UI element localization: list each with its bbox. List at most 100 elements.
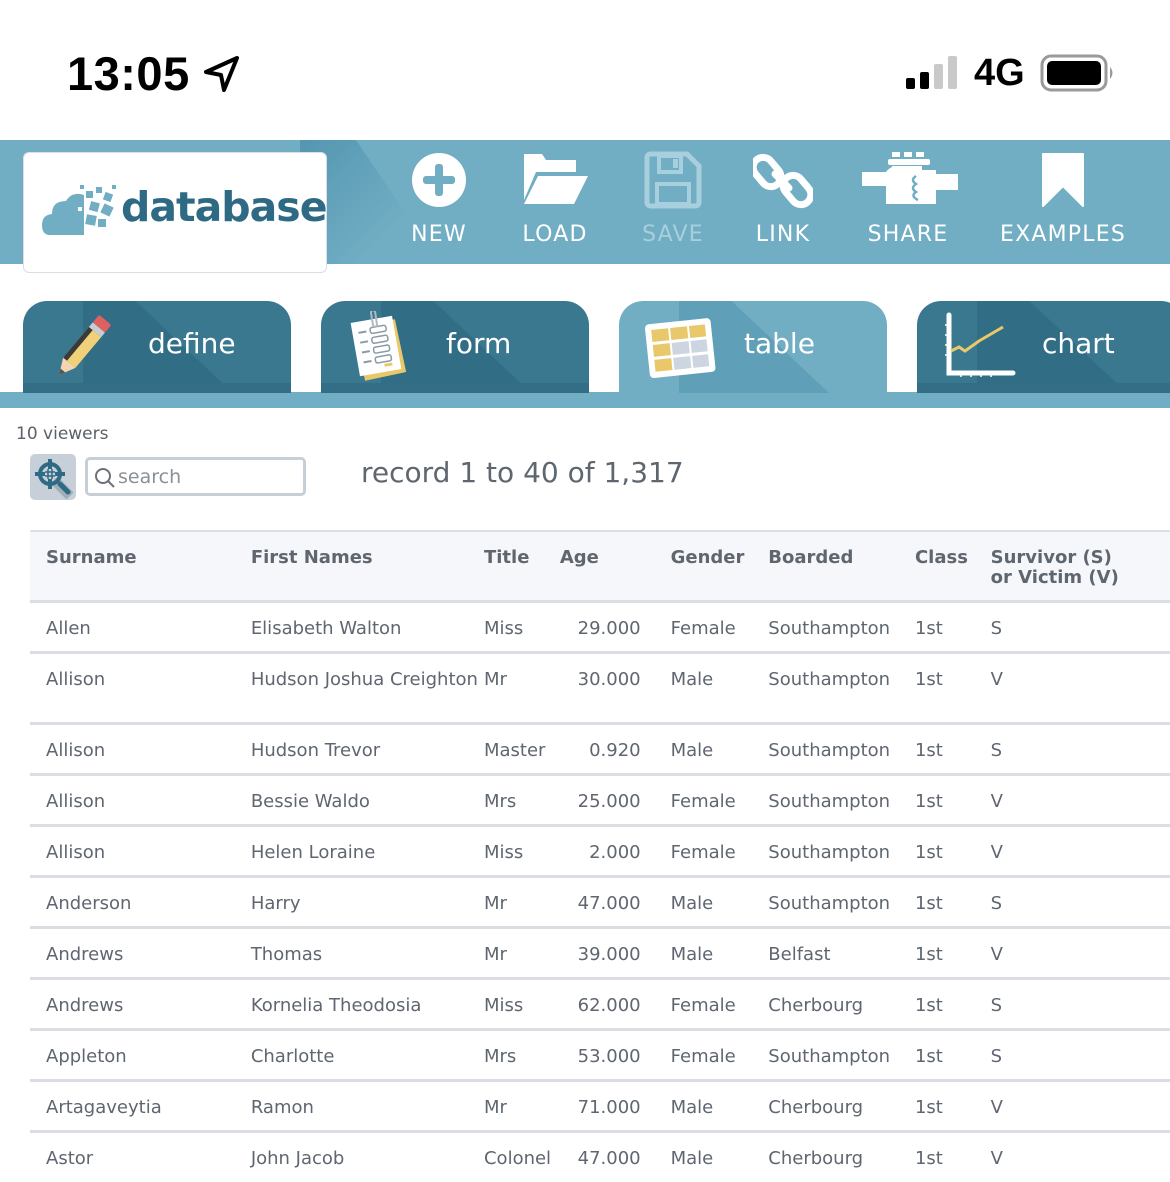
examples-button[interactable]: EXAMPLES: [998, 150, 1128, 260]
table-row[interactable]: Allison Hudson Joshua Creighton Mr 30.000 Ma…: [30, 650, 1170, 723]
cell-gender[interactable]: Male: [670, 721, 769, 774]
cell-survivor[interactable]: V: [990, 823, 1170, 876]
cell-class[interactable]: 1st: [914, 650, 991, 723]
cell-first-names[interactable]: Harry: [250, 874, 484, 927]
column-header-gender[interactable]: Gender: [671, 531, 769, 601]
cell-surname[interactable]: Astor: [30, 1129, 251, 1182]
cell-age[interactable]: 29.000: [559, 599, 671, 652]
cell-survivor[interactable]: S: [990, 599, 1170, 652]
cell-surname[interactable]: Artagaveytia: [30, 1078, 251, 1131]
column-header-class[interactable]: Class: [915, 531, 991, 601]
table-row[interactable]: Appleton Charlotte Mrs 53.000 Female Southamp…: [30, 1027, 1170, 1080]
app-logo[interactable]: database: [23, 152, 328, 273]
cell-boarded[interactable]: Cherbourg: [768, 976, 915, 1029]
cell-first-names[interactable]: Helen Loraine: [250, 823, 484, 876]
cell-class[interactable]: 1st: [914, 874, 991, 927]
cell-surname[interactable]: Andrews: [30, 976, 251, 1029]
cell-gender[interactable]: Female: [670, 599, 769, 652]
cell-title[interactable]: Miss: [483, 599, 560, 652]
cell-class[interactable]: 1st: [914, 772, 991, 825]
cell-surname[interactable]: Appleton: [30, 1027, 251, 1080]
cell-title[interactable]: Mr: [483, 650, 560, 723]
cell-title[interactable]: Master: [483, 721, 560, 774]
cell-gender[interactable]: Female: [670, 976, 769, 1029]
cell-survivor[interactable]: V: [990, 1078, 1170, 1131]
cell-gender[interactable]: Female: [670, 772, 769, 825]
cell-survivor[interactable]: V: [990, 1129, 1170, 1182]
cell-age[interactable]: 2.000: [559, 823, 671, 876]
cell-age[interactable]: 71.000: [559, 1078, 671, 1131]
new-button[interactable]: NEW: [400, 150, 478, 260]
cell-first-names[interactable]: Elisabeth Walton: [250, 599, 484, 652]
cell-survivor[interactable]: S: [990, 721, 1170, 774]
cell-age[interactable]: 0.920: [559, 721, 671, 774]
tab-form[interactable]: form: [321, 301, 589, 393]
search-field[interactable]: [85, 457, 306, 496]
cell-gender[interactable]: Male: [670, 1129, 769, 1182]
cell-surname[interactable]: Allison: [30, 823, 251, 876]
column-header-first-names[interactable]: First Names: [251, 531, 484, 601]
cell-title[interactable]: Miss: [483, 823, 560, 876]
save-button[interactable]: SAVE: [632, 150, 714, 260]
cell-surname[interactable]: Allison: [30, 721, 251, 774]
cell-gender[interactable]: Female: [670, 823, 769, 876]
tab-chart[interactable]: chart: [917, 301, 1170, 393]
cell-title[interactable]: Miss: [483, 976, 560, 1029]
cell-class[interactable]: 1st: [914, 925, 991, 978]
table-row[interactable]: Allison Helen Loraine Miss 2.000 Female South…: [30, 823, 1170, 876]
cell-survivor[interactable]: S: [990, 976, 1170, 1029]
cell-first-names[interactable]: John Jacob: [250, 1129, 484, 1182]
cell-boarded[interactable]: Southampton: [768, 772, 915, 825]
cell-boarded[interactable]: Southampton: [768, 823, 915, 876]
column-header-survivor[interactable]: Survivor (S) or Victim (V): [991, 531, 1170, 601]
link-button[interactable]: LINK: [748, 150, 818, 260]
cell-boarded[interactable]: Southampton: [768, 599, 915, 652]
cell-survivor[interactable]: V: [990, 925, 1170, 978]
cell-gender[interactable]: Male: [670, 925, 769, 978]
column-header-boarded[interactable]: Boarded: [768, 531, 915, 601]
cell-age[interactable]: 30.000: [559, 650, 671, 723]
cell-first-names[interactable]: Kornelia Theodosia: [250, 976, 484, 1029]
cell-boarded[interactable]: Southampton: [768, 1027, 915, 1080]
cell-title[interactable]: Mr: [483, 925, 560, 978]
cell-title[interactable]: Mr: [483, 1078, 560, 1131]
cell-boarded[interactable]: Cherbourg: [768, 1129, 915, 1182]
share-button[interactable]: SHARE: [862, 150, 958, 260]
cell-gender[interactable]: Male: [670, 874, 769, 927]
cell-first-names[interactable]: Bessie Waldo: [250, 772, 484, 825]
cell-surname[interactable]: Allen: [30, 599, 251, 652]
cell-age[interactable]: 47.000: [559, 874, 671, 927]
cell-class[interactable]: 1st: [914, 599, 991, 652]
cell-class[interactable]: 1st: [914, 721, 991, 774]
table-row[interactable]: Allison Hudson Trevor Master 0.920 Male South…: [30, 721, 1170, 774]
cell-title[interactable]: Mr: [483, 874, 560, 927]
tab-define[interactable]: define: [23, 301, 291, 393]
cell-class[interactable]: 1st: [914, 1129, 991, 1182]
table-row[interactable]: Astor John Jacob Colonel 47.000 Male Cherbour…: [30, 1129, 1170, 1182]
cell-gender[interactable]: Male: [670, 1078, 769, 1131]
cell-age[interactable]: 47.000: [559, 1129, 671, 1182]
cell-class[interactable]: 1st: [914, 1078, 991, 1131]
cell-surname[interactable]: Allison: [30, 772, 251, 825]
cell-first-names[interactable]: Hudson Trevor: [250, 721, 484, 774]
filter-button[interactable]: [30, 454, 76, 500]
table-row[interactable]: Andrews Thomas Mr 39.000 Male Belfast 1st V: [30, 925, 1170, 978]
cell-boarded[interactable]: Southampton: [768, 650, 915, 723]
cell-surname[interactable]: Andrews: [30, 925, 251, 978]
load-button[interactable]: LOAD: [512, 150, 598, 260]
cell-survivor[interactable]: S: [990, 1027, 1170, 1080]
search-input[interactable]: [118, 463, 298, 491]
column-header-title[interactable]: Title: [484, 531, 560, 601]
cell-boarded[interactable]: Cherbourg: [768, 1078, 915, 1131]
cell-class[interactable]: 1st: [914, 1027, 991, 1080]
cell-surname[interactable]: Allison: [30, 650, 251, 723]
cell-age[interactable]: 39.000: [559, 925, 671, 978]
cell-first-names[interactable]: Ramon: [250, 1078, 484, 1131]
cell-age[interactable]: 25.000: [559, 772, 671, 825]
cell-class[interactable]: 1st: [914, 823, 991, 876]
column-header-surname[interactable]: Surname: [30, 531, 251, 601]
cell-title[interactable]: Mrs: [483, 1027, 560, 1080]
cell-gender[interactable]: Female: [670, 1027, 769, 1080]
cell-title[interactable]: Colonel: [483, 1129, 560, 1182]
cell-first-names[interactable]: Hudson Joshua Creighton: [250, 650, 484, 723]
